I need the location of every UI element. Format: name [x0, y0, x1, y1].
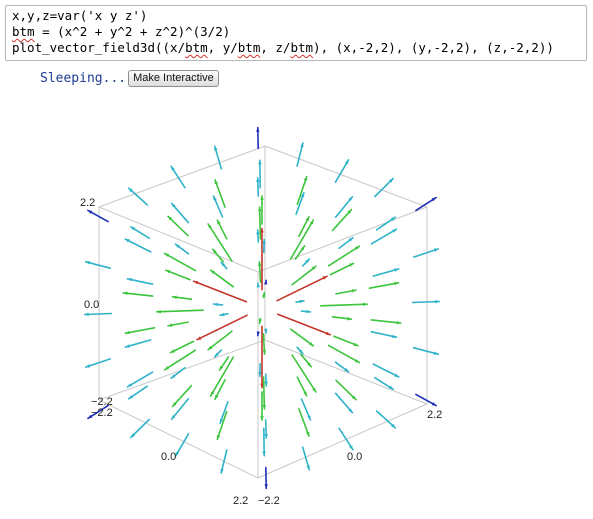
vector-arrow-shaft — [291, 354, 317, 393]
y-max-label: 2.2 — [427, 409, 442, 421]
vector-arrow-shaft — [171, 384, 193, 408]
vector-arrow-head — [256, 127, 260, 132]
vector-arrow-shaft — [258, 206, 262, 240]
vector-arrow-head — [363, 302, 368, 307]
vector-arrow-head — [433, 248, 439, 252]
vector-arrow-head — [257, 207, 262, 212]
vector-arrow-shaft — [163, 252, 197, 272]
vector-arrow-shaft — [196, 314, 248, 341]
vector-arrow-head — [258, 372, 262, 377]
vector-arrow-shaft — [262, 376, 266, 410]
vector-arrow-head — [305, 431, 310, 437]
vector-arrow-head — [165, 270, 171, 274]
vector-arrow-head — [214, 179, 219, 185]
vector-arrow-head — [262, 404, 267, 409]
vector-arrow-head — [256, 230, 260, 235]
vector-arrow-head — [85, 364, 91, 368]
vector-arrow-shaft — [209, 356, 235, 397]
vector-arrow-head — [216, 435, 221, 440]
vector-arrow-head — [156, 309, 161, 314]
box-edge — [257, 206, 428, 273]
vector-arrow-shaft — [327, 344, 361, 364]
vector-arrow-shaft — [122, 292, 154, 297]
box-edge — [98, 145, 266, 208]
vector-arrow-head — [325, 331, 331, 335]
vector-arrow-head — [84, 312, 89, 317]
vector-arrow-shaft — [209, 269, 235, 288]
vector-arrow-head — [264, 381, 268, 386]
vector-arrow-shaft — [124, 238, 152, 253]
vector-arrow-shaft — [327, 245, 361, 267]
box-edge — [257, 403, 428, 479]
vector-arrow-shaft — [207, 330, 233, 351]
vector-arrow-shaft — [368, 281, 400, 290]
x-mid-label: 0.0 — [161, 451, 176, 463]
vector-arrow-shaft — [124, 326, 156, 335]
box-edge — [264, 145, 428, 208]
vector-arrow-head — [303, 176, 308, 181]
box-edge — [98, 206, 259, 273]
vector-arrow-shaft — [276, 275, 328, 302]
vector-arrow-head — [262, 451, 266, 456]
vector-arrow-shaft — [370, 319, 402, 324]
vector-arrow-head — [353, 342, 359, 346]
z-mid-label: 0.0 — [84, 299, 99, 311]
box-edge — [264, 339, 428, 405]
vector-arrow-head — [214, 146, 218, 151]
vector-arrow-shaft — [289, 219, 315, 260]
vector-arrow-shaft — [276, 313, 332, 336]
vector-arrow-head — [262, 350, 267, 355]
vector-arrow-shaft — [411, 300, 441, 304]
bounding-box-frame — [98, 145, 428, 479]
vector-arrow-head — [257, 261, 262, 266]
y-mid-label: 0.0 — [347, 451, 362, 463]
vector-arrow-head — [260, 416, 264, 421]
vector-arrow-shaft — [126, 371, 154, 388]
vector-arrow-head — [306, 465, 310, 470]
x-min-label: −2.2 — [91, 407, 113, 419]
vector-arrows — [83, 126, 441, 490]
vector-arrow-head — [435, 299, 440, 304]
vector-field-3d-plot[interactable]: 2.2 0.0 −2.2 −2.2 0.0 2.2 −2.2 0.0 2.2 — [0, 0, 593, 519]
vector-arrow-head — [264, 484, 268, 489]
vector-arrow-head — [264, 434, 268, 439]
vector-arrow-shaft — [291, 265, 317, 286]
vector-arrow-head — [260, 195, 264, 200]
vector-arrow-shaft — [193, 280, 248, 303]
vector-arrow-shaft — [156, 309, 204, 313]
y-min-label: −2.2 — [258, 495, 280, 507]
vector-arrow-shaft — [370, 228, 398, 245]
vector-arrow-head — [256, 177, 260, 182]
vector-arrow-shaft — [331, 208, 353, 232]
vector-arrow-shaft — [319, 303, 369, 307]
vector-arrow-shaft — [372, 363, 400, 378]
z-max-label: 2.2 — [80, 197, 95, 209]
vector-arrow-shaft — [207, 223, 233, 262]
vector-arrow-head — [258, 160, 262, 165]
vector-arrow-shaft — [83, 312, 113, 316]
x-max-label: 2.2 — [233, 495, 248, 507]
vector-arrow-shaft — [289, 328, 315, 347]
